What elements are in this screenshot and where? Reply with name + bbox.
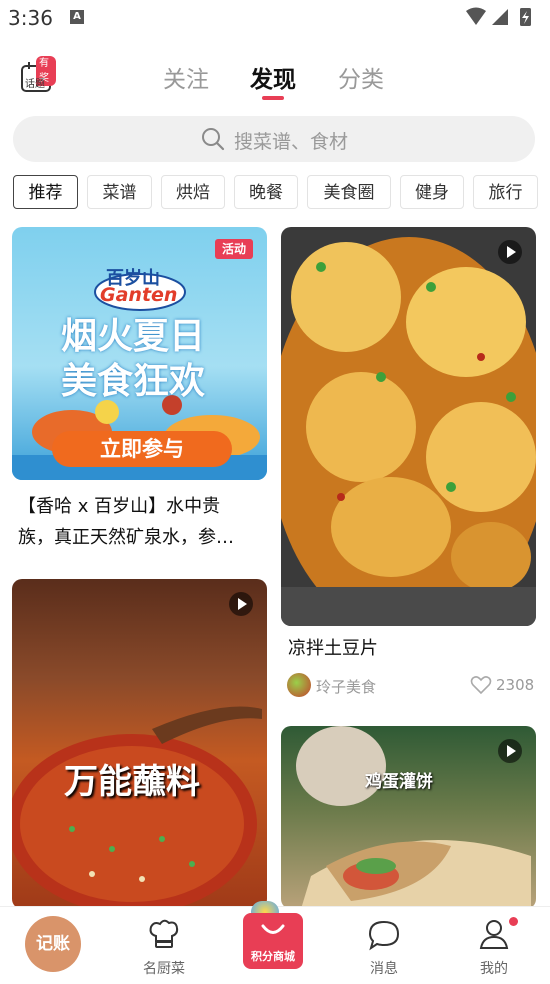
nav-points-mall[interactable]: 积分商城 [243,901,303,969]
video-play-icon [498,240,522,264]
promo-card-image[interactable]: 百岁山 Ganten 烟火夏日 美食狂欢 立即参与 [12,227,267,480]
status-time: 3:36 [8,6,53,30]
chip-travel[interactable]: 旅行 [473,175,538,209]
promo-card-title[interactable]: 【香哈 x 百岁山】水中贵 族，真正天然矿泉水，参… [18,491,263,553]
notification-icon: A [70,10,84,24]
chip-fitness[interactable]: 健身 [400,175,464,209]
search-placeholder: 搜菜谱、食材 [234,131,349,153]
nav-chef[interactable]: 名厨菜 [124,907,204,984]
chip-recipes[interactable]: 菜谱 [87,175,152,209]
bottom-nav: 记账 名厨菜 积分商城 消息 我的 [0,901,550,984]
video-play-icon [229,592,253,616]
potato-illustration [281,237,536,626]
pancake-overlay-text: 鸡蛋灌饼 [365,772,433,792]
tab-category[interactable]: 分类 [338,60,384,94]
nav-mall-label: 积分商城 [251,950,295,963]
chef-hat-icon [149,919,179,948]
like-count: 2308 [496,676,535,694]
author-name[interactable]: 玲子美食 [316,676,376,697]
nav-messages[interactable]: 消息 [344,907,424,984]
like-heart-icon[interactable] [470,674,492,696]
dipping-sauce-card-image[interactable]: 万能蘸料 [12,579,267,909]
nav-mine[interactable]: 我的 [454,907,534,984]
active-tab-indicator [262,96,284,100]
chip-recommend[interactable]: 推荐 [13,175,78,209]
nav-mine-label: 我的 [480,961,508,977]
promo-cta-button[interactable]: 立即参与 [52,431,232,467]
mall-bag-icon: 积分商城 [243,913,303,969]
notification-dot [509,917,518,926]
bookkeeping-button[interactable]: 记账 [25,916,81,972]
status-bar: 3:36 A [0,0,550,36]
promo-brand-logo: Ganten [100,284,178,306]
search-icon [202,128,225,151]
wifi-icon [466,7,486,25]
egg-pancake-card-image[interactable]: 鸡蛋灌饼 [281,726,536,909]
promo-title-line-2: 族，真正天然矿泉水，参… [18,527,234,548]
author-avatar[interactable] [287,673,311,697]
potato-card-title[interactable]: 凉拌土豆片 [288,633,378,664]
nav-chef-label: 名厨菜 [143,961,185,977]
activity-badge: 活动 [215,239,253,259]
promo-title-line-1: 【香哈 x 百岁山】水中贵 [18,496,221,517]
chip-baking[interactable]: 烘焙 [161,175,225,209]
tab-follow[interactable]: 关注 [163,60,209,94]
topic-button[interactable]: 有奖 话题 [20,56,56,94]
system-status-icons [466,7,531,26]
chip-dinner[interactable]: 晚餐 [234,175,298,209]
video-play-icon [498,739,522,763]
tab-discover[interactable]: 发现 [250,60,296,94]
sauce-illustration [12,706,262,909]
nav-messages-label: 消息 [370,961,398,977]
top-tabs: 关注 发现 分类 [150,60,400,104]
sauce-overlay-text: 万能蘸料 [64,762,200,802]
topic-label: 话题 [25,79,45,90]
potato-card-image[interactable] [281,227,536,626]
promo-headline-2: 美食狂欢 [61,361,206,402]
signal-icon [492,9,508,25]
user-profile-icon [479,920,509,949]
chip-food-circle[interactable]: 美食圈 [307,175,391,209]
chat-bubble-icon [368,920,400,951]
search-bar[interactable]: 搜菜谱、食材 [13,116,535,162]
